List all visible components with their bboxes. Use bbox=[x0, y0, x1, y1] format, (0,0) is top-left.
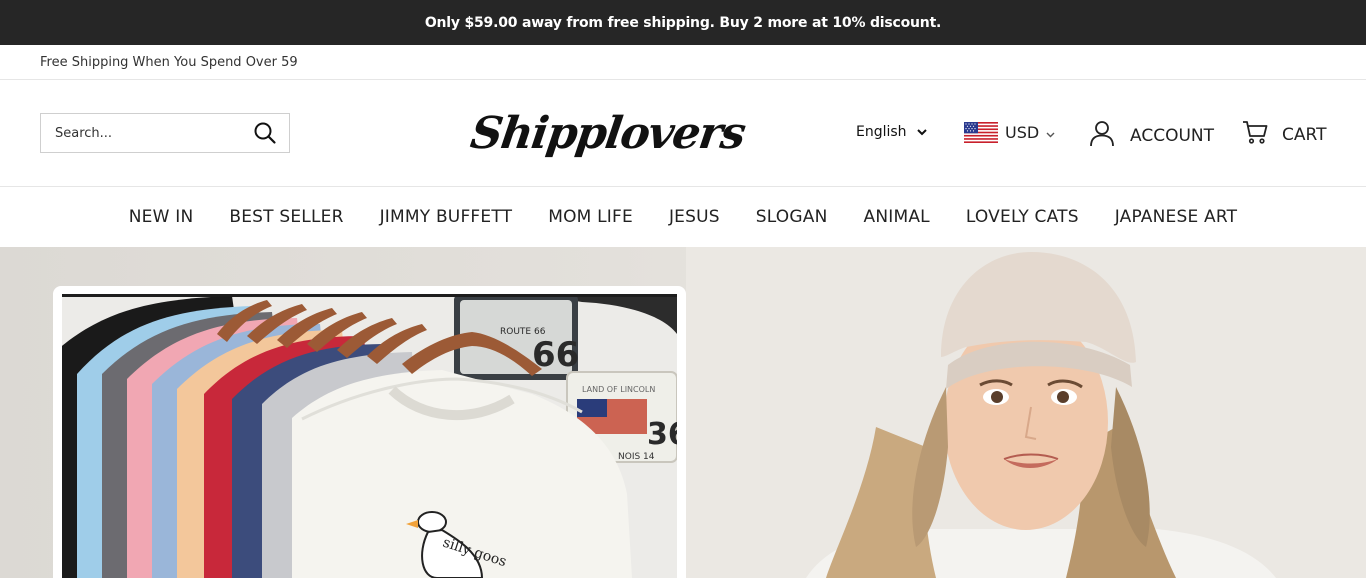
nav-item-japanese-art[interactable]: JAPANESE ART bbox=[1115, 207, 1238, 227]
search-box bbox=[40, 113, 290, 153]
nav-item-animal[interactable]: ANIMAL bbox=[864, 207, 930, 227]
plate2-bottom-text: NOIS 14 bbox=[618, 452, 655, 462]
chevron-down-icon bbox=[916, 124, 927, 140]
chevron-down-icon bbox=[1046, 123, 1055, 142]
account-link[interactable]: ACCOUNT bbox=[1088, 119, 1214, 152]
site-header: Shipplovers English USD ACCOUNT bbox=[0, 80, 1366, 187]
logo-text: Shipplovers bbox=[467, 107, 749, 159]
language-selector[interactable]: English bbox=[856, 124, 927, 140]
language-label: English bbox=[856, 124, 907, 140]
site-logo[interactable]: Shipplovers bbox=[468, 102, 748, 164]
model-photo bbox=[686, 247, 1366, 578]
account-label: ACCOUNT bbox=[1130, 125, 1214, 146]
nav-item-best-seller[interactable]: BEST SELLER bbox=[229, 207, 343, 227]
user-icon bbox=[1088, 119, 1116, 152]
free-shipping-text: Free Shipping When You Spend Over 59 bbox=[40, 54, 298, 70]
plate2-number-text: 36 bbox=[647, 417, 677, 452]
free-shipping-bar: Free Shipping When You Spend Over 59 bbox=[0, 45, 1366, 80]
sweatshirts-on-rack-image: ROUTE 66 66 LAND OF LINCOLN 36 NOIS 14 bbox=[62, 294, 677, 578]
plate2-top-text: LAND OF LINCOLN bbox=[582, 385, 655, 394]
currency-selector[interactable]: USD bbox=[964, 122, 1055, 143]
search-icon[interactable] bbox=[253, 121, 277, 145]
sweatshirts-illustration: ROUTE 66 66 LAND OF LINCOLN 36 NOIS 14 bbox=[62, 294, 677, 578]
cart-link[interactable]: CART bbox=[1242, 119, 1326, 150]
nav-item-new-in[interactable]: NEW IN bbox=[129, 207, 194, 227]
main-nav: NEW IN BEST SELLER JIMMY BUFFETT MOM LIF… bbox=[0, 187, 1366, 247]
product-photo-card: ROUTE 66 66 LAND OF LINCOLN 36 NOIS 14 bbox=[53, 286, 686, 578]
cart-label: CART bbox=[1282, 124, 1327, 145]
currency-label: USD bbox=[1005, 123, 1040, 142]
announcement-bar: Only $59.00 away from free shipping. Buy… bbox=[0, 0, 1366, 45]
search-input[interactable] bbox=[55, 125, 253, 141]
nav-item-jesus[interactable]: JESUS bbox=[669, 207, 720, 227]
nav-item-lovely-cats[interactable]: LOVELY CATS bbox=[966, 207, 1079, 227]
woman-in-beanie-illustration bbox=[686, 247, 1366, 578]
nav-item-mom-life[interactable]: MOM LIFE bbox=[548, 207, 633, 227]
announcement-text: Only $59.00 away from free shipping. Buy… bbox=[424, 14, 942, 31]
cart-icon bbox=[1242, 119, 1268, 150]
nav-item-jimmy-buffett[interactable]: JIMMY BUFFETT bbox=[380, 207, 513, 227]
nav-item-slogan[interactable]: SLOGAN bbox=[756, 207, 828, 227]
us-flag-icon bbox=[964, 122, 998, 143]
hero-banner[interactable]: ROUTE 66 66 LAND OF LINCOLN 36 NOIS 14 bbox=[0, 247, 1366, 578]
